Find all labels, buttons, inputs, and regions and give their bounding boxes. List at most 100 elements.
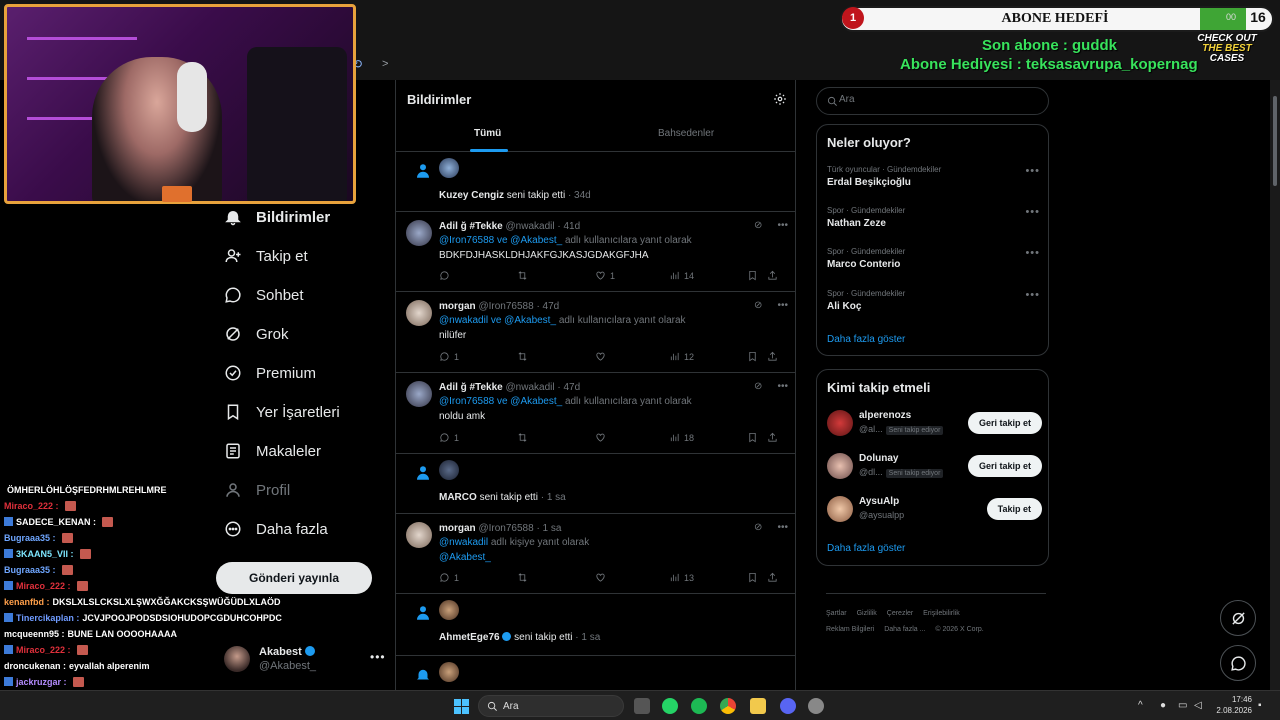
share-button[interactable] bbox=[767, 572, 778, 583]
views-button[interactable]: 14 bbox=[669, 270, 694, 281]
user-name[interactable]: AhmetEge76 bbox=[439, 632, 500, 643]
reply-to-users[interactable]: @Iron76588 ve @Akabest_ bbox=[439, 235, 562, 246]
avatar[interactable] bbox=[406, 381, 432, 407]
notification-partial[interactable] bbox=[396, 656, 796, 690]
app-icon[interactable] bbox=[808, 698, 824, 714]
reply-button[interactable]: 1 bbox=[439, 351, 459, 362]
search-box[interactable] bbox=[816, 87, 1049, 115]
post-text[interactable]: @Akabest_ bbox=[439, 552, 491, 563]
more-dots-icon[interactable]: ••• bbox=[1025, 289, 1040, 301]
notification-post[interactable]: Adil ğ #Tekke @nwakadil · 41d ⊘ ••• @Iron… bbox=[396, 212, 796, 292]
suggested-user[interactable]: AysuAlp @aysualpp Takip et bbox=[827, 494, 1042, 524]
follow-button[interactable]: Takip et bbox=[986, 498, 1042, 520]
chat-username[interactable]: kenanfbd : bbox=[4, 597, 50, 607]
chat-username[interactable]: jackruzgar : bbox=[16, 677, 67, 687]
chat-username[interactable]: droncukenan : bbox=[4, 661, 66, 671]
bookmark-button[interactable] bbox=[747, 270, 758, 281]
tab-all[interactable]: Tümü bbox=[474, 128, 501, 139]
suggested-user[interactable]: Dolunay @dl... Seni takip ediyor Geri tak… bbox=[827, 451, 1042, 481]
chat-username[interactable]: 3KAAN5_VII : bbox=[16, 549, 74, 559]
chat-username[interactable]: Miraco_222 : bbox=[4, 501, 59, 511]
follow-back-button[interactable]: Geri takip et bbox=[967, 455, 1042, 477]
footer-link[interactable]: Şartlar bbox=[826, 610, 847, 617]
notification-follow[interactable]: MARCO seni takip etti · 1 sa bbox=[396, 454, 796, 514]
network-icon[interactable]: ▭ bbox=[1178, 700, 1187, 711]
notification-center-icon[interactable]: ▪ bbox=[1258, 700, 1262, 711]
views-button[interactable]: 13 bbox=[669, 572, 694, 583]
avatar[interactable] bbox=[406, 300, 432, 326]
grok-icon[interactable]: ⊘ bbox=[754, 220, 762, 231]
grok-icon[interactable]: ⊘ bbox=[754, 381, 762, 392]
grok-icon[interactable]: ⊘ bbox=[754, 522, 762, 533]
avatar[interactable] bbox=[827, 410, 853, 436]
nav-item-follow[interactable]: Takip et bbox=[224, 244, 308, 268]
share-button[interactable] bbox=[767, 351, 778, 362]
nav-item-grok[interactable]: Grok bbox=[224, 322, 289, 346]
avatar[interactable] bbox=[439, 662, 459, 682]
browser-forward-icon[interactable]: > bbox=[382, 58, 388, 70]
messages-fab-button[interactable] bbox=[1220, 645, 1256, 681]
more-dots-icon[interactable]: ••• bbox=[777, 381, 788, 392]
more-dots-icon[interactable]: ••• bbox=[370, 650, 386, 664]
more-dots-icon[interactable]: ••• bbox=[777, 220, 788, 231]
chat-username[interactable]: Bugraaa35 : bbox=[4, 533, 56, 543]
chat-username[interactable]: SADECE_KENAN : bbox=[16, 517, 96, 527]
bookmark-button[interactable] bbox=[747, 572, 758, 583]
notification-follow[interactable]: AhmetEge76 seni takip etti · 1 sa bbox=[396, 594, 796, 656]
chat-username[interactable]: Bugraaa35 : bbox=[4, 565, 56, 575]
gear-icon[interactable] bbox=[773, 92, 787, 106]
user-name[interactable]: morgan bbox=[439, 301, 476, 312]
repost-button[interactable] bbox=[517, 351, 528, 362]
views-button[interactable]: 12 bbox=[669, 351, 694, 362]
notification-post[interactable]: Adil ğ #Tekke @nwakadil · 47d ⊘ ••• @Iron… bbox=[396, 373, 796, 454]
footer-link[interactable]: Gizlilik bbox=[857, 610, 877, 617]
nav-item-chat[interactable]: Sohbet bbox=[224, 283, 304, 307]
chat-username[interactable]: Tinercikaplan : bbox=[16, 613, 79, 623]
bookmark-button[interactable] bbox=[747, 432, 758, 443]
like-button[interactable] bbox=[595, 572, 606, 583]
nav-item-premium[interactable]: Premium bbox=[224, 361, 316, 385]
chat-username[interactable]: Miraco_222 : bbox=[16, 581, 71, 591]
more-dots-icon[interactable]: ••• bbox=[777, 300, 788, 311]
follow-back-button[interactable]: Geri takip et bbox=[967, 412, 1042, 434]
whatsapp-icon[interactable] bbox=[662, 698, 678, 714]
grok-fab-button[interactable] bbox=[1220, 600, 1256, 636]
page-scrollbar[interactable] bbox=[1270, 80, 1280, 690]
more-dots-icon[interactable]: ••• bbox=[1025, 247, 1040, 259]
file-explorer-icon[interactable] bbox=[750, 698, 766, 714]
task-view-icon[interactable] bbox=[634, 698, 650, 714]
user-name[interactable]: AysuAlp bbox=[859, 496, 899, 507]
chat-username[interactable]: Miraco_222 : bbox=[16, 645, 71, 655]
tab-mentions[interactable]: Bahsedenler bbox=[658, 128, 714, 139]
like-button[interactable]: 1 bbox=[595, 270, 615, 281]
avatar[interactable] bbox=[439, 600, 459, 620]
notification-follow[interactable]: Kuzey Cengiz seni takip etti · 34d bbox=[396, 152, 796, 212]
reply-to-users[interactable]: @nwakadil bbox=[439, 537, 488, 548]
avatar[interactable] bbox=[439, 158, 459, 178]
notification-post[interactable]: morgan @Iron76588 · 47d ⊘ ••• @nwakadil v… bbox=[396, 292, 796, 373]
avatar[interactable] bbox=[406, 522, 432, 548]
grok-icon[interactable]: ⊘ bbox=[754, 300, 762, 311]
trend-item[interactable]: Spor · Gündemdekiler Nathan Zeze ••• bbox=[827, 206, 1042, 238]
reply-to-users[interactable]: @Iron76588 ve @Akabest_ bbox=[439, 396, 562, 407]
repost-button[interactable] bbox=[517, 270, 528, 281]
discord-icon[interactable] bbox=[780, 698, 796, 714]
share-button[interactable] bbox=[767, 270, 778, 281]
user-name[interactable]: morgan bbox=[439, 523, 476, 534]
trends-show-more-link[interactable]: Daha fazla göster bbox=[827, 334, 905, 345]
taskbar-clock[interactable]: 17:46 2.08.2026 bbox=[1210, 694, 1252, 716]
user-name[interactable]: Dolunay bbox=[859, 453, 898, 464]
nav-item-articles[interactable]: Makaleler bbox=[224, 439, 321, 463]
bookmark-button[interactable] bbox=[747, 351, 758, 362]
tray-chevron-icon[interactable]: ^ bbox=[1138, 700, 1143, 711]
repost-button[interactable] bbox=[517, 572, 528, 583]
avatar[interactable] bbox=[827, 496, 853, 522]
reply-button[interactable]: 1 bbox=[439, 432, 459, 443]
who-to-follow-show-more-link[interactable]: Daha fazla göster bbox=[827, 543, 905, 554]
spotify-icon[interactable] bbox=[691, 698, 707, 714]
share-button[interactable] bbox=[767, 432, 778, 443]
volume-icon[interactable]: ◁ bbox=[1194, 700, 1202, 711]
user-name[interactable]: Adil ğ #Tekke bbox=[439, 382, 503, 393]
avatar[interactable] bbox=[406, 220, 432, 246]
more-dots-icon[interactable]: ••• bbox=[1025, 206, 1040, 218]
